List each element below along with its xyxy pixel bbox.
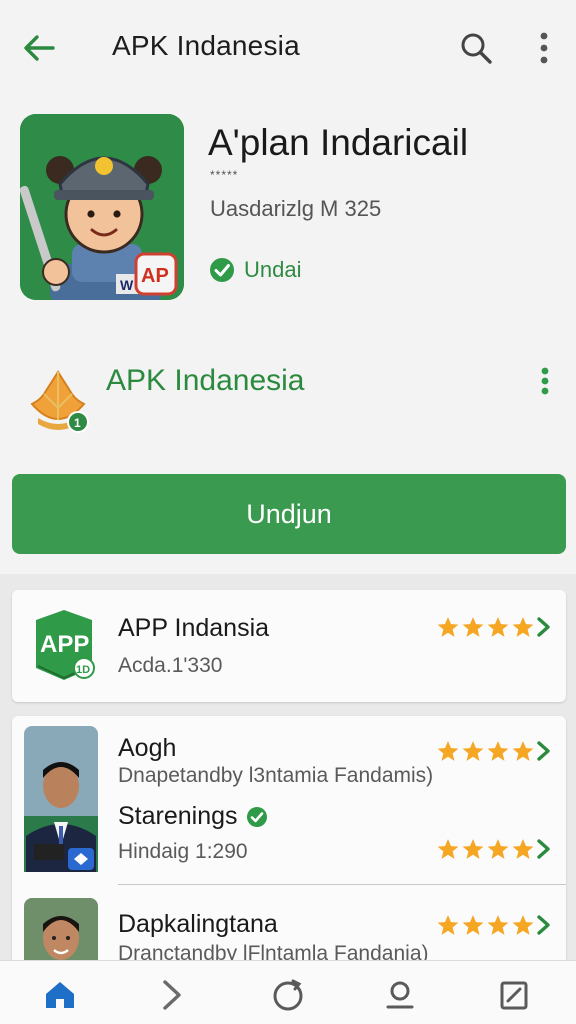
divider — [118, 884, 566, 885]
more-options-button[interactable] — [524, 24, 564, 72]
star-icon — [512, 741, 534, 761]
profile-photo — [24, 726, 98, 872]
more-vertical-icon — [541, 367, 549, 395]
star-icon — [462, 915, 484, 935]
star-icon — [437, 741, 459, 761]
list-item-title: Starenings — [118, 802, 238, 830]
list-item[interactable]: Starenings — [118, 802, 268, 831]
star-icon — [487, 915, 509, 935]
list-item-title: Aogh — [118, 734, 177, 762]
developer-logo-badge: 1 — [74, 416, 81, 430]
rating-stars — [436, 740, 552, 762]
list-item-title: APP Indansia — [118, 614, 270, 642]
app-list-card: Aogh Dnapetandby l3ntamia Fandamis) Star… — [12, 716, 566, 966]
app-bar: APK Indanesia — [0, 0, 576, 96]
refresh-icon — [273, 979, 303, 1011]
rating-stars — [436, 616, 552, 638]
app-logo-text: APP — [40, 631, 89, 658]
chevron-right-icon — [537, 741, 550, 761]
install-button[interactable]: Undjun — [12, 474, 566, 554]
rating-stars-text: ***** — [210, 168, 239, 182]
install-button-label: Undjun — [246, 498, 332, 529]
profile-icon — [386, 981, 414, 1009]
app-logo-badge: 1D — [76, 664, 90, 676]
star-icon — [462, 741, 484, 761]
chevron-right-icon — [163, 980, 181, 1010]
app-logo-icon: APP 1D — [36, 610, 95, 680]
star-icon — [437, 839, 459, 859]
list-item[interactable]: APP 1D APP Indansia Acda.1'330 — [12, 590, 566, 702]
mascot-illustration: W AP — [20, 114, 184, 300]
verified-label: Undai — [244, 257, 302, 282]
profile-photo — [24, 898, 98, 966]
star-icon — [437, 915, 459, 935]
edit-note-icon — [500, 981, 528, 1010]
star-icon — [487, 617, 509, 637]
list-item-subtitle: Hindaig 1:290 — [118, 840, 248, 863]
chevron-right-icon — [537, 915, 550, 935]
nav-profile[interactable] — [376, 973, 424, 1017]
developer-name: APK Indanesia — [106, 364, 305, 397]
star-icon — [487, 839, 509, 859]
bottom-navigation — [0, 960, 576, 1024]
star-icon — [512, 915, 534, 935]
star-icon — [487, 741, 509, 761]
star-icon — [437, 617, 459, 637]
verified-check-icon — [210, 258, 234, 282]
nav-edit[interactable] — [490, 973, 538, 1017]
icon-tag-text: W — [120, 277, 134, 293]
chevron-right-icon — [537, 617, 550, 637]
search-icon — [461, 33, 492, 64]
star-icon — [462, 617, 484, 637]
star-icon — [512, 617, 534, 637]
star-icon — [512, 839, 534, 859]
developer-more-button[interactable] — [530, 366, 560, 396]
nav-refresh[interactable] — [264, 973, 312, 1017]
nav-forward[interactable] — [148, 973, 196, 1017]
verified-check-icon — [246, 806, 267, 827]
home-icon — [46, 982, 74, 1008]
back-button[interactable] — [14, 24, 62, 72]
more-vertical-icon — [540, 32, 548, 64]
developer-row[interactable]: 1 APK Indanesia — [0, 346, 576, 446]
star-icon — [462, 839, 484, 859]
verified-badge: Undai — [208, 256, 301, 284]
chevron-right-icon — [537, 839, 550, 859]
rating-stars — [436, 838, 552, 860]
arrow-left-icon — [24, 35, 55, 61]
page-title: APK Indanesia — [112, 30, 300, 61]
app-name: A'plan Indaricail — [208, 122, 469, 163]
search-button[interactable] — [452, 24, 500, 72]
list-item-title: Dapkalingtana — [118, 910, 278, 938]
app-icon: W AP — [20, 114, 184, 300]
list-item-subtitle: Dnapetandby l3ntamia Fandamis) — [118, 764, 434, 787]
app-meta: Uasdarizlg M 325 — [210, 196, 382, 221]
nav-home[interactable] — [36, 973, 84, 1017]
icon-badge-text: AP — [141, 265, 169, 287]
list-item-subtitle: Acda.1'330 — [118, 654, 223, 677]
rating-stars — [436, 914, 552, 936]
developer-logo-icon: 1 — [30, 370, 89, 433]
